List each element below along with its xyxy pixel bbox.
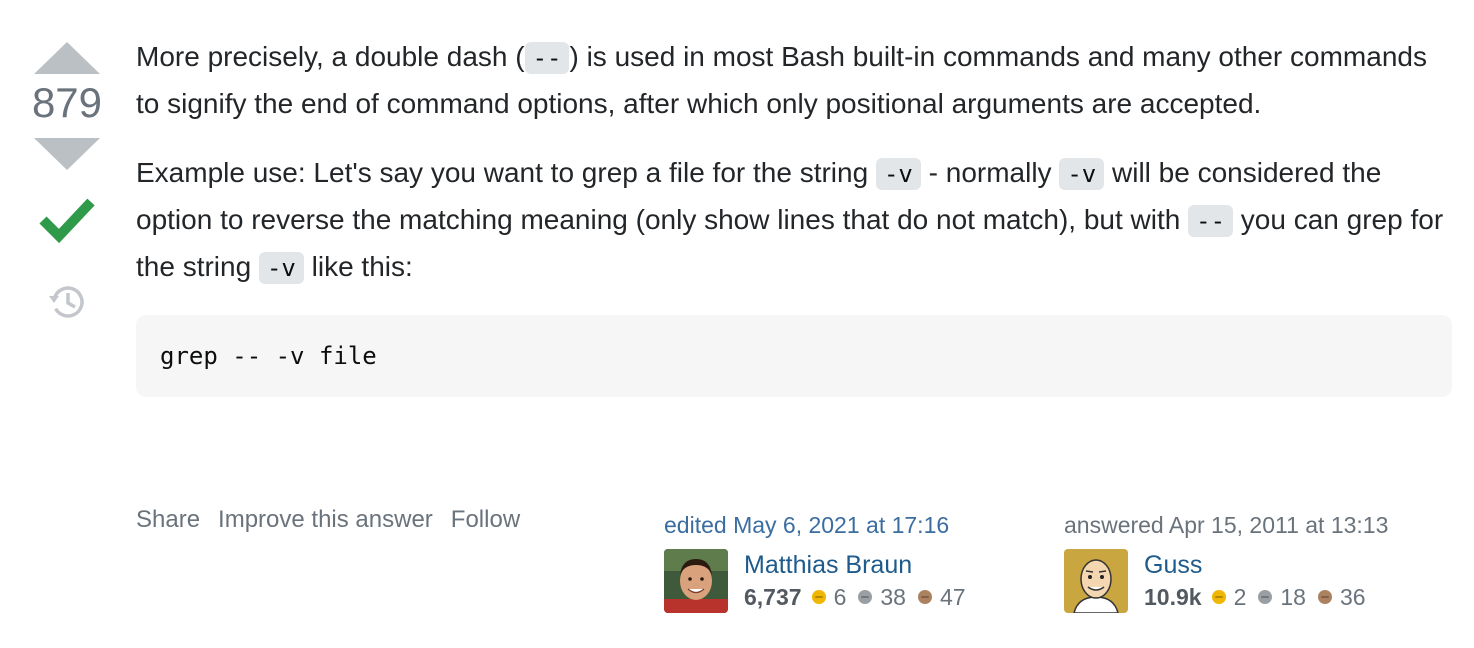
answer-date: Apr 15, 2011 at 13:13 bbox=[1168, 512, 1389, 538]
reputation-line: 10.9k 2 18 36 bbox=[1144, 581, 1378, 613]
post-menu: Share Improve this answer Follow bbox=[136, 506, 520, 534]
editor-name-link[interactable]: Matthias Braun bbox=[744, 549, 978, 581]
upvote-arrow-icon[interactable] bbox=[34, 40, 100, 76]
edited-timestamp[interactable]: edited May 6, 2021 at 17:16 bbox=[664, 512, 978, 539]
bronze-badge-icon bbox=[1317, 590, 1332, 604]
silver-badge-icon bbox=[1258, 590, 1273, 604]
accepted-check-icon bbox=[39, 198, 95, 244]
user-details: Matthias Braun 6,737 6 38 47 bbox=[744, 549, 978, 613]
vote-column: 879 bbox=[20, 40, 114, 322]
reputation-score: 10.9k bbox=[1144, 584, 1202, 610]
downvote-arrow-icon[interactable] bbox=[34, 136, 100, 172]
silver-badge-count: 38 bbox=[880, 584, 906, 610]
action-label: edited bbox=[664, 512, 727, 538]
text-run: Example use: Let's say you want to grep … bbox=[136, 157, 876, 188]
editor-user-card: Matthias Braun 6,737 6 38 47 bbox=[664, 549, 978, 613]
inline-code: -v bbox=[875, 158, 921, 190]
follow-link[interactable]: Follow bbox=[451, 506, 520, 534]
inline-code: -- bbox=[524, 42, 570, 74]
inline-code: -v bbox=[1059, 158, 1105, 190]
silver-badge-icon bbox=[858, 590, 873, 604]
reputation-score: 6,737 bbox=[744, 584, 802, 610]
text-run: - normally bbox=[920, 157, 1060, 188]
answer-body: More precisely, a double dash (--) is us… bbox=[136, 34, 1452, 397]
silver-badge-count: 18 bbox=[1280, 584, 1306, 610]
author-signature: answered Apr 15, 2011 at 13:13 Guss 10.9… bbox=[1064, 512, 1388, 613]
gold-badge-count: 2 bbox=[1233, 584, 1247, 610]
gold-badge-icon bbox=[1211, 590, 1226, 604]
gold-badge-count: 6 bbox=[833, 584, 847, 610]
avatar[interactable] bbox=[1064, 549, 1128, 613]
history-icon[interactable] bbox=[47, 282, 87, 322]
edit-date: May 6, 2021 at 17:16 bbox=[733, 512, 950, 538]
text-run: like this: bbox=[303, 251, 413, 282]
author-name-link[interactable]: Guss bbox=[1144, 549, 1378, 581]
gold-badge-icon bbox=[811, 590, 826, 604]
answered-timestamp: answered Apr 15, 2011 at 13:13 bbox=[1064, 512, 1388, 539]
inline-code: -- bbox=[1188, 205, 1234, 237]
action-label: answered bbox=[1064, 512, 1164, 538]
reputation-line: 6,737 6 38 47 bbox=[744, 581, 978, 613]
author-user-card: Guss 10.9k 2 18 36 bbox=[1064, 549, 1388, 613]
vote-count: 879 bbox=[31, 79, 103, 126]
code-block: grep -- -v file bbox=[136, 315, 1452, 397]
inline-code: -v bbox=[258, 252, 304, 284]
improve-answer-link[interactable]: Improve this answer bbox=[218, 506, 433, 534]
answer-paragraph: Example use: Let's say you want to grep … bbox=[136, 150, 1452, 291]
bronze-badge-icon bbox=[917, 590, 932, 604]
author-avatar-image bbox=[1064, 549, 1128, 613]
bronze-badge-count: 47 bbox=[939, 584, 966, 610]
text-run: More precisely, a double dash ( bbox=[136, 41, 525, 72]
editor-signature: edited May 6, 2021 at 17:16 Matthias Bra… bbox=[664, 512, 978, 613]
share-link[interactable]: Share bbox=[136, 506, 200, 534]
answer-paragraph: More precisely, a double dash (--) is us… bbox=[136, 34, 1452, 126]
user-details: Guss 10.9k 2 18 36 bbox=[1144, 549, 1378, 613]
editor-avatar-image bbox=[664, 549, 728, 613]
bronze-badge-count: 36 bbox=[1339, 584, 1366, 610]
avatar[interactable] bbox=[664, 549, 728, 613]
